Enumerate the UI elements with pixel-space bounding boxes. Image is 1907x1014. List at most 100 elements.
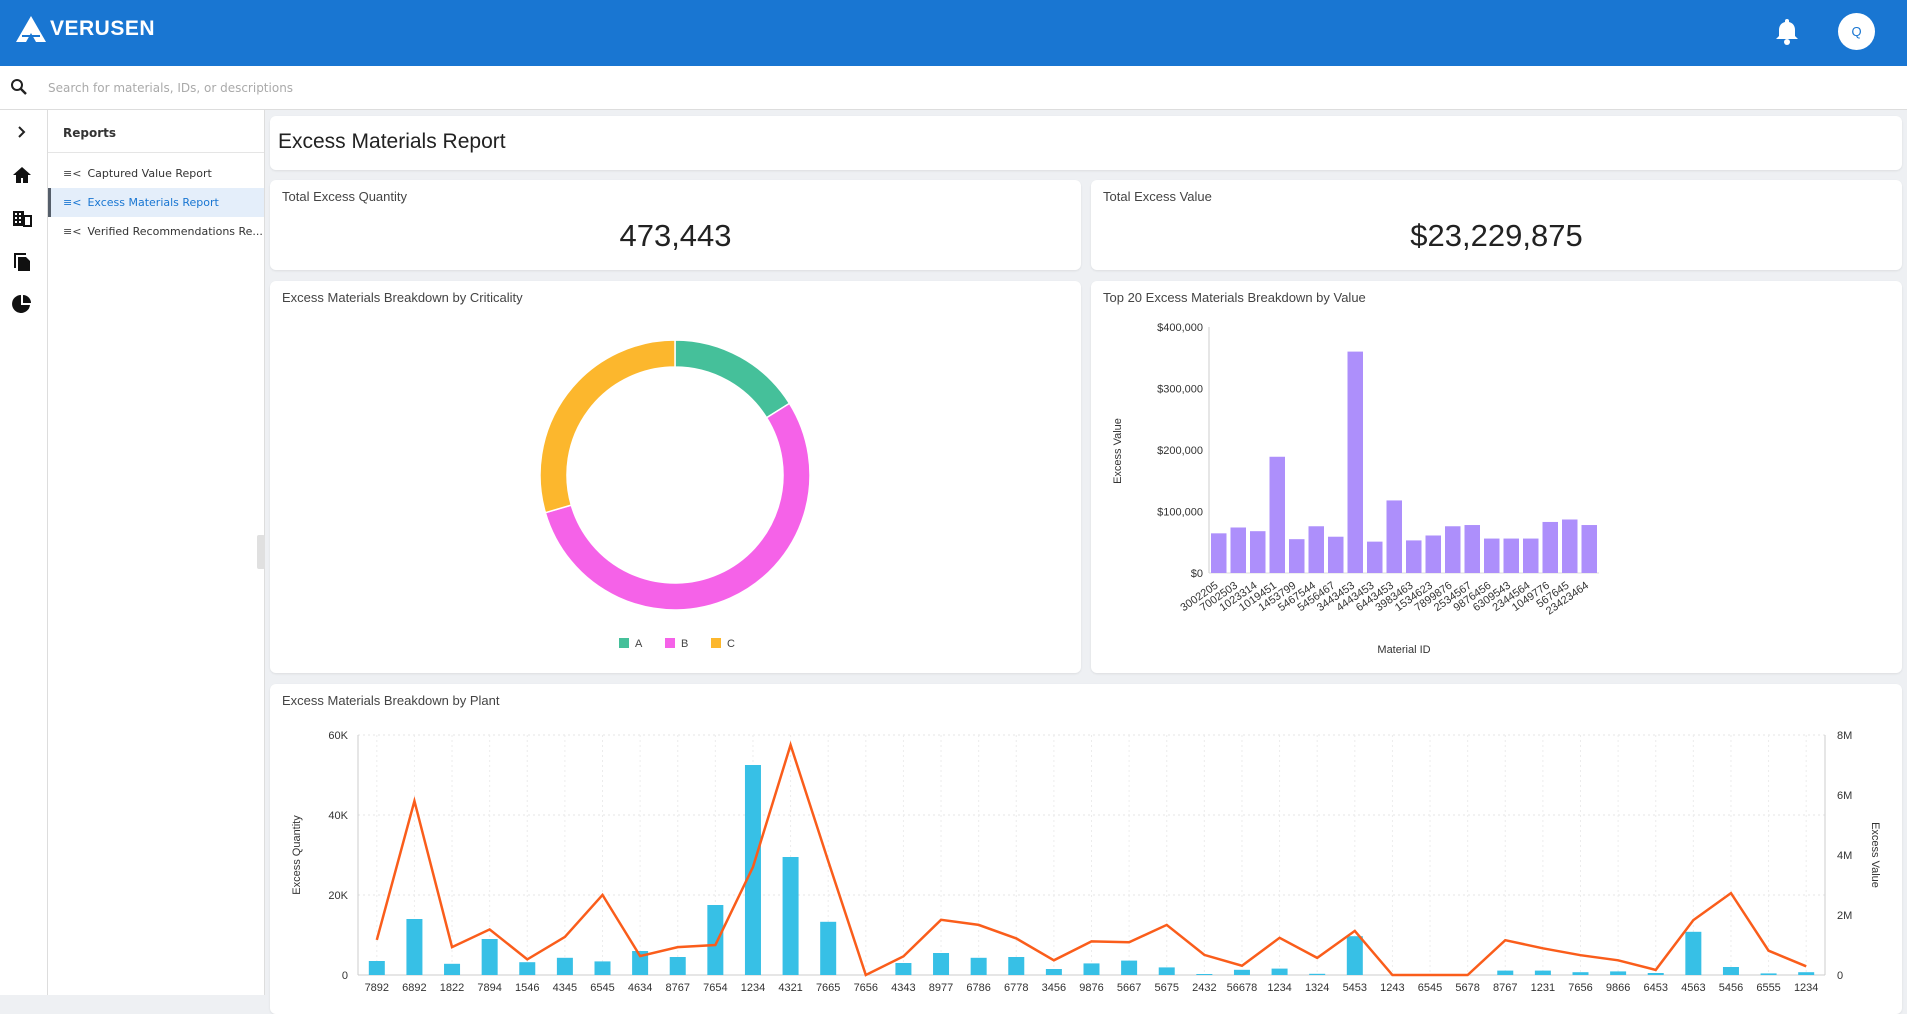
bar-4443453 (1367, 541, 1383, 573)
bar-9876456 (1484, 538, 1500, 573)
x-tick-label: 7892 (365, 982, 389, 994)
reports-panel: Reports ≡< Captured Value Report ≡< Excess… (48, 110, 265, 995)
report-item-verified-recommendations[interactable]: ≡< Verified Recommendations Re... (48, 217, 264, 246)
report-item-captured-value[interactable]: ≡< Captured Value Report (48, 159, 264, 188)
quantity-bar-4343 (895, 963, 912, 975)
x-tick-label: 7656 (1568, 982, 1592, 994)
search-bar (0, 66, 1907, 110)
bar-1023314 (1250, 531, 1266, 573)
quantity-bar-5453 (1346, 936, 1363, 975)
quantity-bar-1234 (1271, 968, 1288, 975)
bar-2344564 (1523, 538, 1539, 573)
kpi-label: Total Excess Quantity (282, 189, 407, 204)
x-tick-label: 7665 (816, 982, 840, 994)
x-tick-label: 1234 (1794, 982, 1818, 994)
chevron-right-icon[interactable] (10, 120, 34, 144)
logo-icon (16, 16, 46, 42)
y-tick-label: $0 (1191, 568, 1203, 580)
bar-567645 (1562, 519, 1578, 573)
home-icon[interactable] (10, 163, 34, 187)
report-item-excess-materials[interactable]: ≡< Excess Materials Report (48, 188, 264, 217)
x-tick-label: 6892 (402, 982, 426, 994)
x-tick-label: 56678 (1227, 982, 1258, 994)
x-tick-label: 6786 (966, 982, 990, 994)
y-tick-label: 60K (328, 730, 348, 742)
x-tick-label: 5667 (1117, 982, 1141, 994)
quantity-bar-5667 (1121, 960, 1138, 975)
quantity-bar-1231 (1534, 970, 1551, 975)
x-tick-label: 7654 (703, 982, 727, 994)
search-icon (11, 79, 27, 95)
panel-resize-handle[interactable] (257, 535, 265, 569)
bar-1049776 (1542, 521, 1558, 573)
quantity-bar-3456 (1045, 969, 1062, 975)
y-tick-label: $400,000 (1157, 322, 1203, 334)
x-tick-label: 1243 (1380, 982, 1404, 994)
quantity-bar-56678 (1233, 969, 1250, 975)
icon-rail (0, 110, 48, 995)
x-tick-label: 2432 (1192, 982, 1216, 994)
bar-3443453 (1347, 351, 1363, 573)
x-tick-label: 6453 (1643, 982, 1667, 994)
quantity-bar-7654 (707, 905, 724, 975)
bar-7899876 (1445, 526, 1461, 573)
y2-tick-label: 6M (1837, 790, 1852, 802)
quantity-bar-9866 (1610, 971, 1627, 975)
donut-slice-B (544, 402, 811, 611)
search-input[interactable] (48, 76, 648, 100)
x-tick-label: 7894 (477, 982, 501, 994)
bar-3983463 (1406, 540, 1422, 573)
bar-2534567 (1464, 525, 1480, 573)
y-axis-title: Excess Quantity (291, 815, 303, 895)
pie-chart-icon[interactable] (10, 292, 34, 316)
legend-label-A: A (635, 638, 643, 650)
top20-bar-chart: $0$100,000$200,000$300,000$400,000300220… (1112, 322, 1599, 656)
bar-3002205 (1211, 533, 1227, 573)
bell-icon[interactable] (1775, 17, 1799, 45)
x-tick-label: 7656 (854, 982, 878, 994)
x-tick-label: 1234 (741, 982, 765, 994)
bar-1534623 (1425, 535, 1441, 573)
x-tick-label: 5453 (1343, 982, 1367, 994)
y-tick-label: 0 (342, 970, 348, 982)
x-tick-label: 8767 (665, 982, 689, 994)
logo[interactable]: VERUSEN (16, 16, 155, 42)
quantity-bar-8767 (669, 957, 686, 975)
avatar[interactable]: Q (1838, 13, 1875, 50)
legend-swatch-B (665, 638, 675, 648)
x-tick-label: 1822 (440, 982, 464, 994)
x-tick-label: 4345 (553, 982, 577, 994)
y-tick-label: 40K (328, 810, 348, 822)
building-icon[interactable] (10, 206, 34, 230)
legend-label-C: C (727, 638, 735, 650)
donut-slice-A (674, 339, 791, 419)
y2-axis-title: Excess Value (1869, 822, 1881, 888)
quantity-bar-1324 (1309, 973, 1326, 975)
y2-tick-label: 8M (1837, 730, 1852, 742)
quantity-bar-7892 (368, 961, 385, 975)
y-tick-label: $200,000 (1157, 445, 1203, 457)
legend-label-B: B (681, 638, 688, 650)
kpi-total-value: Total Excess Value $23,229,875 (1091, 180, 1902, 270)
quantity-bar-6786 (970, 957, 987, 975)
quantity-bar-1234 (744, 765, 761, 975)
plant-combo-chart: 0 20K 40K 60K 0 2M 4M 6M 8M 7892 6892 1822 7894 1546 4… (291, 730, 1881, 994)
quantity-bar-7665 (820, 921, 837, 975)
report-list-icon: ≡< (63, 167, 82, 180)
x-tick-label: 1546 (515, 982, 539, 994)
y2-tick-label: 0 (1837, 970, 1843, 982)
x-tick-label: 1231 (1531, 982, 1555, 994)
plant-chart-card: Excess Materials Breakdown by Plant 0 20K… (270, 684, 1902, 1014)
x-tick-label: 4343 (891, 982, 915, 994)
quantity-bar-7894 (481, 939, 498, 975)
report-list-icon: ≡< (63, 225, 82, 238)
quantity-bar-6892 (406, 919, 423, 975)
bar-1019451 (1269, 456, 1285, 573)
bar-6309543 (1503, 538, 1519, 573)
quantity-bar-1822 (444, 963, 461, 975)
panel-title: Reports (48, 110, 264, 153)
documents-icon[interactable] (10, 249, 34, 273)
quantity-bar-8977 (933, 953, 950, 975)
y-tick-label: $300,000 (1157, 384, 1203, 396)
x-tick-label: 6555 (1756, 982, 1780, 994)
